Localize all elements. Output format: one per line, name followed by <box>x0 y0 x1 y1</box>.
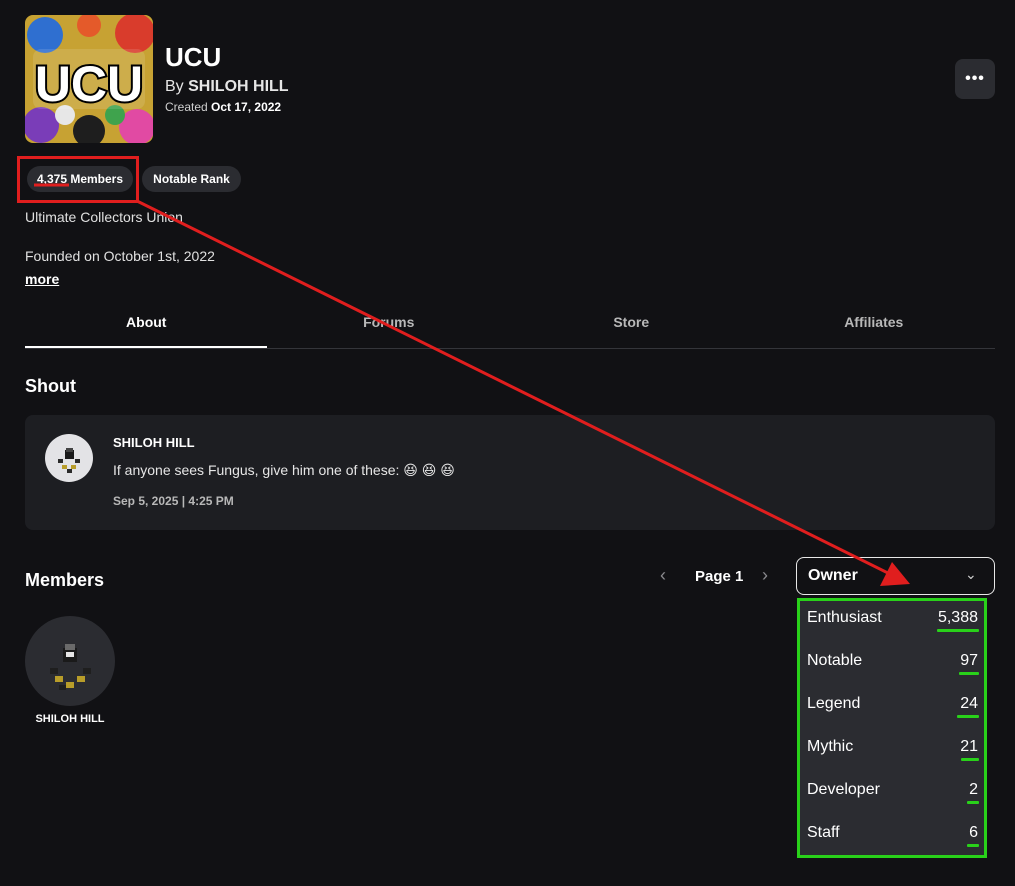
role-name: Enthusiast <box>807 609 882 626</box>
more-options-button[interactable]: ••• <box>955 59 995 99</box>
role-option-developer[interactable]: Developer 2 <box>800 773 984 816</box>
role-option-staff[interactable]: Staff 6 <box>800 816 984 859</box>
role-count: 97 <box>960 652 978 669</box>
tab-bar: About Forums Store Affiliates <box>25 308 995 348</box>
role-name: Legend <box>807 695 861 712</box>
rank-badge: Notable Rank <box>142 166 241 192</box>
annotation-underline <box>967 844 979 847</box>
role-count: 2 <box>969 781 978 798</box>
annotation-underline <box>961 758 979 761</box>
annotation-underline <box>937 629 979 632</box>
role-count: 24 <box>960 695 978 712</box>
role-select-value: Owner <box>808 567 858 584</box>
owner-link[interactable]: SHILOH HILL <box>188 78 288 95</box>
group-name: UCU <box>165 42 222 72</box>
shout-timestamp: Sep 5, 2025 | 4:25 PM <box>113 494 234 508</box>
member-name[interactable]: SHILOH HILL <box>25 713 115 725</box>
tab-store[interactable]: Store <box>510 308 753 348</box>
group-created-line: Created Oct 17, 2022 <box>165 100 281 114</box>
chevron-left-icon[interactable]: ‹ <box>660 565 666 586</box>
role-name: Staff <box>807 824 840 841</box>
group-owner-line: By SHILOH HILL <box>165 78 289 96</box>
role-name: Mythic <box>807 738 854 755</box>
role-option-legend[interactable]: Legend 24 <box>800 687 984 730</box>
role-name: Notable <box>807 652 863 669</box>
role-count: 5,388 <box>937 609 978 626</box>
group-icon: UCU <box>25 15 153 143</box>
role-option-notable[interactable]: Notable 97 <box>800 644 984 687</box>
members-heading: Members <box>25 570 105 590</box>
annotation-underline <box>967 801 979 804</box>
created-date: Oct 17, 2022 <box>211 100 282 114</box>
shout-author[interactable]: SHILOH HILL <box>113 435 195 450</box>
chevron-down-icon: ⌄ <box>965 566 977 582</box>
annotation-underline <box>957 715 979 718</box>
members-count-badge[interactable]: 4,375 Members <box>27 166 133 192</box>
role-option-enthusiast[interactable]: Enthusiast 5,388 <box>800 601 984 644</box>
role-count: 6 <box>969 824 978 841</box>
tab-forums[interactable]: Forums <box>268 308 511 348</box>
role-option-mythic[interactable]: Mythic 21 <box>800 730 984 773</box>
role-count: 21 <box>960 738 978 755</box>
tab-divider <box>25 348 995 349</box>
group-description-line-1: Ultimate Collectors Union <box>25 209 183 225</box>
shout-heading: Shout <box>25 376 76 396</box>
active-tab-indicator <box>25 346 267 348</box>
tab-about[interactable]: About <box>25 308 268 348</box>
shout-message: If anyone sees Fungus, give him one of t… <box>113 462 455 478</box>
tab-affiliates[interactable]: Affiliates <box>753 308 996 348</box>
page-indicator: Page 1 <box>695 568 744 585</box>
chevron-right-icon[interactable]: › <box>762 565 768 586</box>
annotation-underline <box>959 672 979 675</box>
role-dropdown-menu: Enthusiast 5,388 Notable 97 Legend 24 My… <box>797 598 987 858</box>
show-more-link[interactable]: more <box>25 271 59 287</box>
shout-avatar[interactable] <box>45 434 93 482</box>
by-prefix: By <box>165 78 184 95</box>
member-avatar[interactable] <box>25 616 115 706</box>
svg-text:UCU: UCU <box>35 56 143 112</box>
role-name: Developer <box>807 781 880 798</box>
group-description-line-2: Founded on October 1st, 2022 <box>25 248 215 264</box>
created-prefix: Created <box>165 100 208 114</box>
